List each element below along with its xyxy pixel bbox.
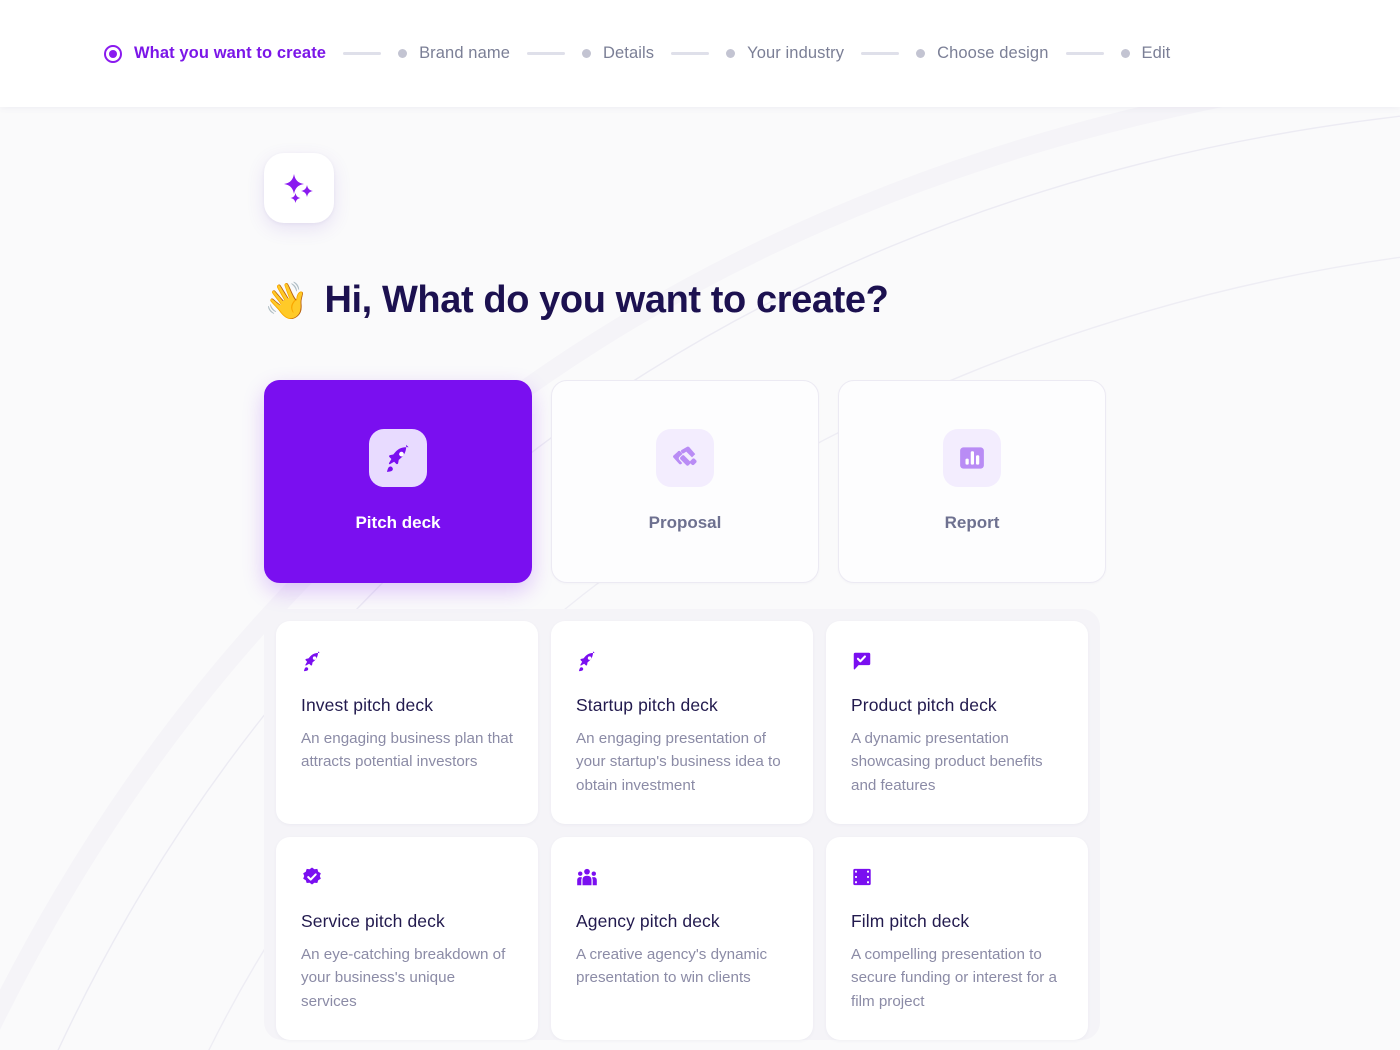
template-card-film-pitch-deck[interactable]: Film pitch deck A compelling presentation… [826, 836, 1088, 1040]
stepper-connector [1065, 52, 1104, 55]
type-card-label: Pitch deck [355, 513, 441, 533]
template-card-title: Startup pitch deck [576, 694, 718, 715]
template-card-title: Invest pitch deck [301, 694, 434, 715]
template-card-icon [576, 865, 788, 889]
template-card-description: An eye-catching breakdown of your busine… [301, 945, 506, 1010]
stepper-step-3[interactable]: Details [581, 44, 655, 63]
stepper-connector [671, 52, 710, 55]
template-card-icon [851, 649, 1063, 673]
stepper-step-label: Your industry [747, 44, 845, 62]
template-card-icon [301, 865, 513, 889]
template-card-agency-pitch-deck[interactable]: Agency pitch deck A creative agency's dyn… [551, 836, 813, 1040]
template-card-startup-pitch-deck[interactable]: Startup pitch deck An engaging presentati… [551, 620, 813, 824]
stepper-connector [861, 52, 900, 55]
type-card-label: Report [944, 513, 1000, 533]
handshake-icon [673, 446, 697, 466]
type-card-icon-box [943, 429, 1001, 488]
type-card-proposal[interactable]: Proposal [551, 379, 819, 583]
people-group-icon [577, 868, 597, 885]
film-strip-icon [853, 868, 871, 885]
stepper-step-1[interactable]: What you want to create [104, 44, 326, 63]
step-pending-dot-icon [398, 49, 408, 58]
app-logo [264, 153, 334, 223]
step-pending-dot-icon [581, 49, 591, 58]
template-card-title: Film pitch deck [851, 910, 970, 931]
page-title-text: Hi, What do you want to create? [324, 279, 889, 321]
stepper-step-5[interactable]: Choose design [916, 44, 1048, 63]
template-card-title: Agency pitch deck [576, 910, 720, 931]
template-card-service-pitch-deck[interactable]: Service pitch deck An eye-catching breakd… [276, 836, 538, 1040]
verified-badge-icon [303, 867, 321, 885]
pitch-deck-template-panel: Invest pitch deck An engaging business pl… [264, 608, 1100, 1040]
template-card-description: An engaging business plan that attracts … [301, 729, 513, 771]
progress-stepper: What you want to create Brand name Details… [0, 44, 1170, 63]
stepper-step-label: Brand name [419, 44, 510, 62]
template-card-description: A dynamic presentation showcasing produc… [851, 729, 1043, 794]
stepper-step-2[interactable]: Brand name [398, 44, 510, 63]
step-pending-dot-icon [726, 49, 736, 58]
template-card-description: An engaging presentation of your startup… [576, 729, 781, 794]
rocket-icon [387, 444, 409, 473]
stepper-step-label: Edit [1141, 44, 1171, 62]
template-card-description: A creative agency's dynamic presentation… [576, 945, 768, 987]
stepper-step-label: Details [602, 44, 655, 62]
template-card-title: Product pitch deck [851, 694, 997, 715]
stepper-step-4[interactable]: Your industry [726, 44, 844, 63]
step-active-radio-icon [104, 44, 122, 63]
message-check-icon [853, 652, 871, 670]
template-card-title: Service pitch deck [301, 910, 445, 931]
template-card-icon [576, 649, 788, 673]
template-card-icon [301, 649, 513, 673]
stepper-step-label: What you want to create [134, 44, 327, 62]
type-card-label: Proposal [648, 513, 722, 533]
type-card-report[interactable]: Report [838, 379, 1106, 583]
type-card-icon-box [656, 429, 714, 488]
wizard-header: What you want to create Brand name Details… [0, 0, 1400, 107]
stepper-step-6[interactable]: Edit [1120, 44, 1171, 63]
type-card-icon-box [369, 429, 427, 488]
step-pending-dot-icon [916, 49, 926, 58]
main-content: 👋 Hi, What do you want to create? Pitch … [0, 153, 1400, 1040]
template-card-description: A compelling presentation to secure fund… [851, 945, 1057, 1010]
sparkles-icon [284, 174, 313, 203]
waving-hand-icon: 👋 [264, 280, 309, 322]
rocket-icon [303, 650, 320, 671]
rocket-icon [578, 650, 595, 671]
stepper-step-label: Choose design [937, 44, 1049, 62]
page-title: 👋 Hi, What do you want to create? [264, 279, 1400, 323]
template-card-invest-pitch-deck[interactable]: Invest pitch deck An engaging business pl… [276, 620, 538, 824]
template-card-product-pitch-deck[interactable]: Product pitch deck A dynamic presentation… [826, 620, 1088, 824]
creation-type-selector: Pitch deck Proposal Report [264, 379, 1400, 583]
bar-chart-icon [960, 447, 984, 469]
stepper-connector [343, 52, 382, 55]
template-card-icon [851, 865, 1063, 889]
step-pending-dot-icon [1120, 49, 1130, 58]
type-card-pitch-deck[interactable]: Pitch deck [264, 379, 532, 583]
stepper-connector [526, 52, 565, 55]
